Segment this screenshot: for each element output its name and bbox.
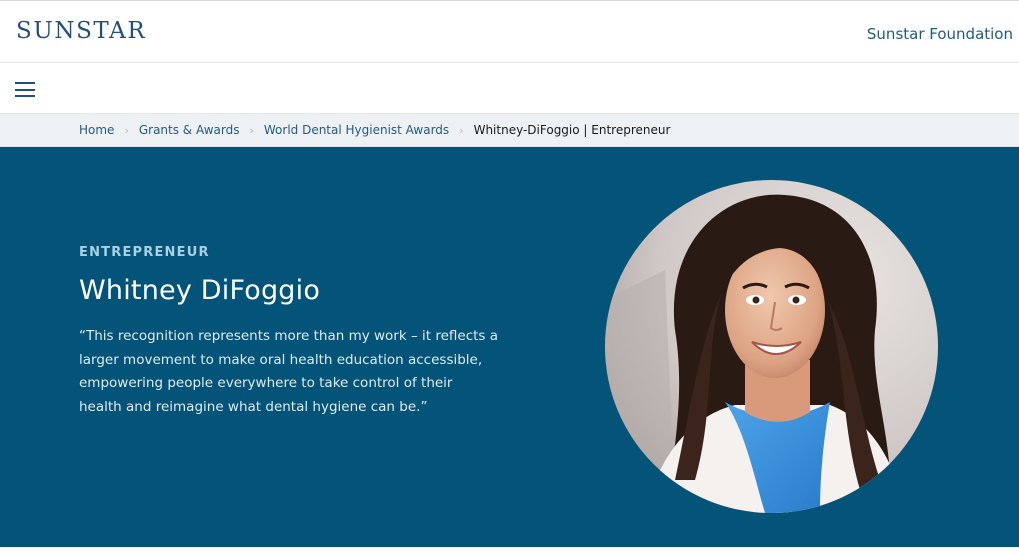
page-footer-gap xyxy=(0,547,1019,556)
menu-bar xyxy=(0,63,1019,114)
breadcrumb-current: Whitney-DiFoggio | Entrepreneur xyxy=(473,123,671,137)
awardee-name: Whitney DiFoggio xyxy=(79,275,321,306)
sunstar-foundation-link[interactable]: Sunstar Foundation xyxy=(867,25,1013,43)
award-category: ENTREPRENEUR xyxy=(79,245,210,260)
awardee-portrait xyxy=(605,180,938,513)
awardee-hero: ENTREPRENEUR Whitney DiFoggio “This reco… xyxy=(0,147,1019,547)
chevron-right-icon: › xyxy=(124,123,129,137)
breadcrumb-world-dental-hygienist-awards[interactable]: World Dental Hygienist Awards xyxy=(264,123,449,137)
breadcrumb: Home › Grants & Awards › World Dental Hy… xyxy=(0,114,1019,147)
sunstar-logo[interactable]: SUNSTAR xyxy=(16,18,146,44)
chevron-right-icon: › xyxy=(459,123,464,137)
site-header: SUNSTAR Sunstar Foundation xyxy=(0,0,1019,63)
awardee-quote: “This recognition represents more than m… xyxy=(79,328,499,415)
chevron-right-icon: › xyxy=(249,123,254,137)
breadcrumb-home[interactable]: Home xyxy=(79,123,114,137)
breadcrumb-grants-awards[interactable]: Grants & Awards xyxy=(139,123,240,137)
hamburger-menu-icon[interactable] xyxy=(15,82,35,97)
